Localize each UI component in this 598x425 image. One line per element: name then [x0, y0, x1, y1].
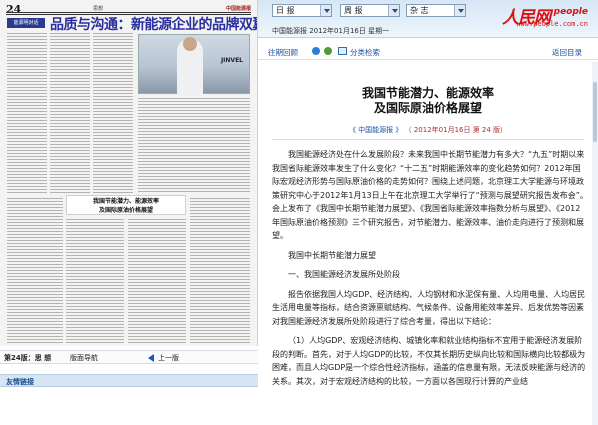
subheading: 一、我国能源经济发展所处阶段: [288, 270, 400, 279]
past-issues-link[interactable]: 往期回顾: [268, 47, 298, 58]
article-date: （ 2012年01月16日 第 24 版）: [404, 126, 508, 134]
paragraph: 报告依据我国人均GDP、经济结构、人均钢材和水泥保有量、人均用电量、人均居民生活…: [272, 289, 586, 326]
catalog-icon[interactable]: [338, 47, 347, 55]
page-big-title[interactable]: 品质与沟通：新能源企业的品牌双翼: [50, 14, 257, 34]
people-logo[interactable]: 人民网 people www.people.com.cn: [462, 1, 592, 31]
paragraph: （1）人均GDP、宏观经济结构、城镇化率和就业结构指标不宜用于能源经济发展阶段的…: [272, 336, 586, 386]
article-title-line1: 我国节能潜力、能源效率: [361, 86, 494, 100]
logo-word: people: [553, 7, 588, 17]
person-head: [183, 37, 197, 51]
chevron-down-icon[interactable]: [320, 5, 331, 16]
current-page-label: 第24版：思 想: [4, 354, 52, 362]
layout-nav-link[interactable]: 版面导航: [70, 353, 98, 363]
scrollbar-thumb[interactable]: [593, 82, 597, 142]
article: 我国节能潜力、能源效率 及国际原油价格展望 《 中国能源报 》 （ 2012年0…: [258, 62, 598, 425]
divider: [272, 139, 584, 140]
inner-headline-line2: 及国际原油价格展望: [98, 207, 153, 214]
inner-headline[interactable]: 我国节能潜力、能源效率 及国际原油价格展望: [66, 195, 186, 215]
text-column[interactable]: [7, 198, 63, 343]
friendly-links-bar: 友情链接: [0, 374, 258, 387]
text-column[interactable]: [93, 33, 133, 193]
page-section-label: 思想: [93, 6, 104, 12]
chevron-down-icon[interactable]: [388, 5, 399, 16]
back-to-directory-link[interactable]: 返回目录: [552, 47, 582, 58]
text-column[interactable]: [128, 219, 186, 343]
article-body: 我国能源经济处在什么发展阶段？未来我国中长期节能潜力有多大？“九五”时期以来我国…: [272, 148, 588, 394]
paragraph: 我国能源经济处在什么发展阶段？未来我国中长期节能潜力有多大？“九五”时期以来我国…: [272, 150, 588, 240]
article-title: 我国节能潜力、能源效率 及国际原油价格展望: [258, 86, 598, 116]
daily-select-value: 日 报: [276, 6, 295, 15]
magazine-select[interactable]: 杂 志: [406, 4, 466, 17]
page-kicker: 能源明对话: [7, 18, 45, 28]
category-search-link[interactable]: 分类检索: [350, 47, 380, 58]
dateline: 中国能源报 2012年01月16日 星期一: [272, 27, 390, 35]
page-rule: [6, 12, 251, 13]
globe-icon[interactable]: [312, 47, 320, 55]
text-column[interactable]: [7, 33, 47, 193]
photo-logo-text: JINVEL: [220, 57, 243, 64]
top-bar: 日 报 周 报 杂 志 人民网 people www.people.com.cn…: [258, 0, 598, 38]
prev-arrow-icon[interactable]: [148, 354, 154, 362]
share-icon[interactable]: [324, 47, 332, 55]
scrollbar[interactable]: [592, 62, 598, 425]
newspaper-page-image[interactable]: 24 思想 中国能源报 能源明对话 品质与沟通：新能源企业的品牌双翼 JINVE…: [0, 0, 258, 346]
article-source[interactable]: 《 中国能源报 》: [349, 126, 402, 134]
text-column[interactable]: [138, 98, 250, 193]
article-photo[interactable]: JINVEL: [138, 34, 250, 95]
weekly-select-value: 周 报: [344, 6, 363, 15]
article-title-line2: 及国际原油价格展望: [373, 101, 482, 115]
friendly-links-title[interactable]: 友情链接: [6, 377, 34, 387]
text-column[interactable]: [190, 198, 250, 343]
page-masthead: 中国能源报: [225, 6, 251, 12]
text-column[interactable]: [50, 33, 90, 193]
toolbar: 往期回顾 分类检索 返回目录: [258, 44, 598, 60]
weekly-select[interactable]: 周 报: [340, 4, 400, 17]
inner-headline-line1: 我国节能潜力、能源效率: [92, 198, 159, 205]
subheading: 我国中长期节能潜力展望: [288, 250, 376, 260]
daily-select[interactable]: 日 报: [272, 4, 332, 17]
logo-url: www.people.com.cn: [516, 20, 588, 28]
prev-page-link[interactable]: 上一版: [158, 353, 179, 363]
magazine-select-value: 杂 志: [410, 6, 429, 15]
article-meta: 《 中国能源报 》 （ 2012年01月16日 第 24 版）: [258, 125, 598, 135]
text-column[interactable]: [66, 219, 124, 343]
page-nav-strip: 第24版：思 想 版面导航 上一版: [0, 350, 258, 364]
